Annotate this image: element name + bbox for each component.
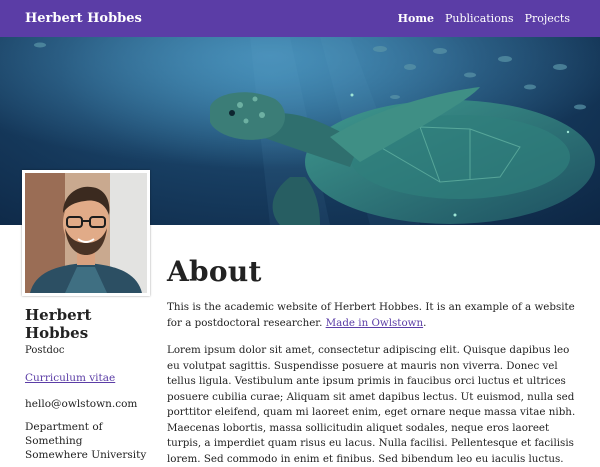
intro-end: . (423, 316, 427, 329)
main-nav: Home Publications Projects (398, 12, 570, 25)
nav-link-publications[interactable]: Publications (445, 12, 514, 25)
affiliation-line: Department of (25, 421, 103, 433)
profile-sidebar: Herbert Hobbes Postdoc Curriculum vitae … (25, 306, 155, 462)
body-paragraph: Lorem ipsum dolor sit amet, consectetur … (167, 344, 576, 465)
affiliation-line: Somewhere University (25, 449, 147, 461)
profile-affiliation: Department of Something Somewhere Univer… (25, 420, 155, 462)
profile-email[interactable]: hello@owlstown.com (25, 398, 155, 410)
avatar (25, 173, 147, 293)
affiliation-line: Something (25, 435, 83, 447)
profile-portrait (22, 170, 150, 296)
nav-link-home[interactable]: Home (398, 12, 434, 25)
top-navbar: Herbert Hobbes Home Publications Project… (0, 0, 600, 37)
site-brand-link[interactable]: Herbert Hobbes (25, 11, 142, 26)
made-in-owlstown-link[interactable]: Made in Owlstown (326, 317, 423, 329)
profile-name: Herbert Hobbes (25, 306, 92, 342)
cv-link[interactable]: Curriculum vitae (25, 372, 155, 384)
profile-role: Postdoc (25, 345, 65, 356)
nav-link-projects[interactable]: Projects (525, 12, 570, 25)
main-content: About This is the academic website of He… (167, 255, 577, 467)
intro-paragraph: This is the academic website of Herbert … (167, 300, 577, 331)
page-title: About (167, 255, 262, 288)
